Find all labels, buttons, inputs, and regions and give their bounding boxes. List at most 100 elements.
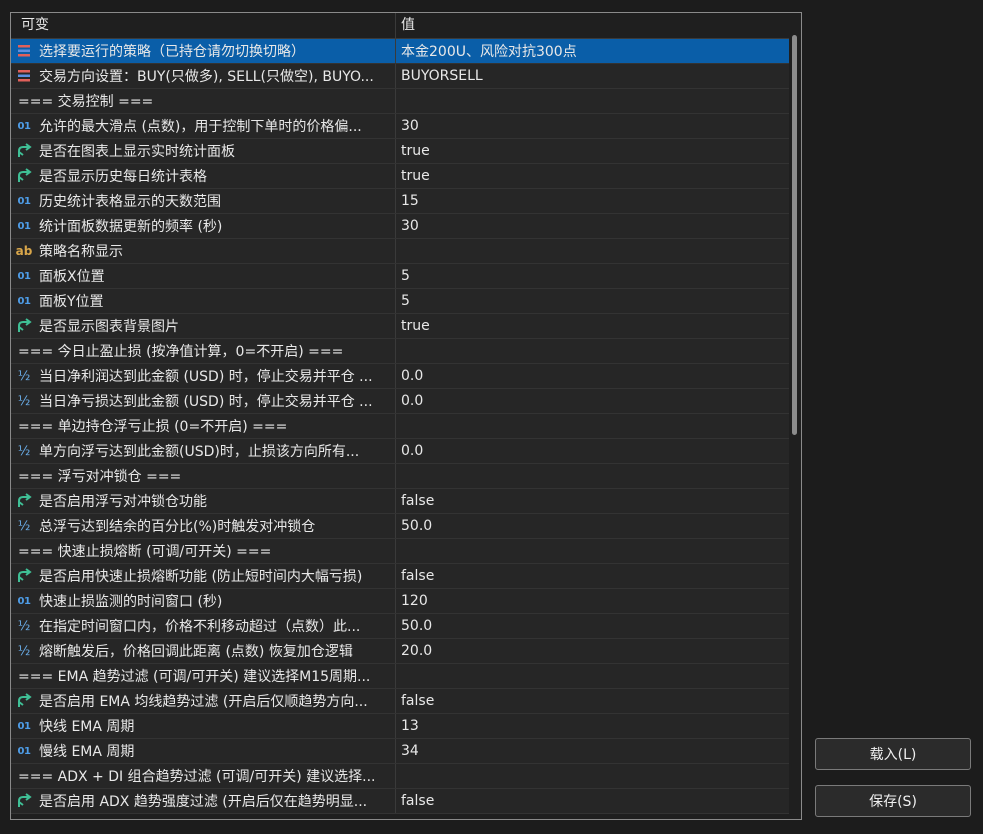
- parameter-name-cell[interactable]: === 今日止盈止损 (按净值计算，0=不开启) ===: [11, 339, 396, 363]
- parameter-row[interactable]: 01 快线 EMA 周期 13: [11, 714, 789, 739]
- parameter-value-cell[interactable]: [396, 664, 789, 688]
- parameter-row[interactable]: 交易方向设置：BUY(只做多), SELL(只做空), BUYO... BUYOR…: [11, 64, 789, 89]
- parameter-value-cell[interactable]: [396, 414, 789, 438]
- parameter-name-cell[interactable]: ½ 单方向浮亏达到此金额(USD)时，止损该方向所有...: [11, 439, 396, 463]
- parameter-value-cell[interactable]: 0.0: [396, 439, 789, 463]
- parameter-name-cell[interactable]: 是否启用快速止损熔断功能 (防止短时间内大幅亏损): [11, 564, 396, 588]
- parameter-name-cell[interactable]: === 浮亏对冲锁仓 ===: [11, 464, 396, 488]
- parameter-row[interactable]: 是否启用浮亏对冲锁仓功能 false: [11, 489, 789, 514]
- parameter-value-cell[interactable]: 0.0: [396, 364, 789, 388]
- parameter-row[interactable]: ½ 总浮亏达到结余的百分比(%)时触发对冲锁仓 50.0: [11, 514, 789, 539]
- parameter-value-cell[interactable]: 50.0: [396, 614, 789, 638]
- parameter-row[interactable]: ½ 当日净亏损达到此金额 (USD) 时，停止交易并平仓 ... 0.0: [11, 389, 789, 414]
- parameter-name-cell[interactable]: 01 面板Y位置: [11, 289, 396, 313]
- parameter-value-cell[interactable]: true: [396, 314, 789, 338]
- parameter-value-cell[interactable]: 5: [396, 289, 789, 313]
- parameter-name-cell[interactable]: 01 快线 EMA 周期: [11, 714, 396, 738]
- parameter-row[interactable]: 是否在图表上显示实时统计面板 true: [11, 139, 789, 164]
- parameter-value-cell[interactable]: [396, 464, 789, 488]
- parameter-value-cell[interactable]: false: [396, 789, 789, 813]
- parameter-name-cell[interactable]: 是否在图表上显示实时统计面板: [11, 139, 396, 163]
- parameter-name-cell[interactable]: ½ 当日净亏损达到此金额 (USD) 时，停止交易并平仓 ...: [11, 389, 396, 413]
- parameter-row[interactable]: 01 慢线 EMA 周期 34: [11, 739, 789, 764]
- parameter-row[interactable]: ½ 单方向浮亏达到此金额(USD)时，止损该方向所有... 0.0: [11, 439, 789, 464]
- parameter-row[interactable]: === 交易控制 ===: [11, 89, 789, 114]
- parameter-value-cell[interactable]: 5: [396, 264, 789, 288]
- parameter-name-cell[interactable]: ½ 总浮亏达到结余的百分比(%)时触发对冲锁仓: [11, 514, 396, 538]
- parameter-name-cell[interactable]: 选择要运行的策略（已持仓请勿切换切略）: [11, 39, 396, 63]
- parameter-row[interactable]: === 单边持仓浮亏止损 (0=不开启) ===: [11, 414, 789, 439]
- parameter-value-cell[interactable]: true: [396, 139, 789, 163]
- parameter-value-cell[interactable]: false: [396, 564, 789, 588]
- parameter-value-cell[interactable]: [396, 539, 789, 563]
- parameter-name-cell[interactable]: 01 允许的最大滑点 (点数)，用于控制下单时的价格偏...: [11, 114, 396, 138]
- load-button[interactable]: 载入(L): [815, 738, 971, 770]
- parameter-row[interactable]: 是否显示历史每日统计表格 true: [11, 164, 789, 189]
- parameter-row[interactable]: ½ 熔断触发后，价格回调此距离 (点数) 恢复加仓逻辑 20.0: [11, 639, 789, 664]
- parameter-name-cell[interactable]: 是否显示历史每日统计表格: [11, 164, 396, 188]
- parameter-name-cell[interactable]: 是否启用 ADX 趋势强度过滤 (开启后仅在趋势明显...: [11, 789, 396, 813]
- parameter-row[interactable]: === ADX + DI 组合趋势过滤 (可调/可开关) 建议选择...: [11, 764, 789, 789]
- parameter-value-cell[interactable]: 20.0: [396, 639, 789, 663]
- parameter-row[interactable]: 01 快速止损监测的时间窗口 (秒) 120: [11, 589, 789, 614]
- column-header-variable[interactable]: 可变: [11, 13, 396, 38]
- parameter-value-cell[interactable]: 30: [396, 114, 789, 138]
- parameter-row[interactable]: 01 统计面板数据更新的频率 (秒) 30: [11, 214, 789, 239]
- parameter-row[interactable]: 是否启用快速止损熔断功能 (防止短时间内大幅亏损) false: [11, 564, 789, 589]
- parameter-value-cell[interactable]: 15: [396, 189, 789, 213]
- parameter-name-cell[interactable]: 是否启用浮亏对冲锁仓功能: [11, 489, 396, 513]
- parameter-row[interactable]: === EMA 趋势过滤 (可调/可开关) 建议选择M15周期...: [11, 664, 789, 689]
- parameter-name-cell[interactable]: 01 面板X位置: [11, 264, 396, 288]
- parameter-value-cell[interactable]: 本金200U、风险对抗300点: [396, 39, 789, 63]
- parameter-row[interactable]: 是否启用 ADX 趋势强度过滤 (开启后仅在趋势明显... false: [11, 789, 789, 814]
- parameter-row[interactable]: 选择要运行的策略（已持仓请勿切换切略） 本金200U、风险对抗300点: [11, 39, 789, 64]
- parameter-value-cell[interactable]: [396, 89, 789, 113]
- parameter-row[interactable]: 01 历史统计表格显示的天数范围 15: [11, 189, 789, 214]
- parameter-value-cell[interactable]: 34: [396, 739, 789, 763]
- parameter-value-cell[interactable]: BUYORSELL: [396, 64, 789, 88]
- parameter-row[interactable]: === 浮亏对冲锁仓 ===: [11, 464, 789, 489]
- parameter-name-cell[interactable]: ½ 当日净利润达到此金额 (USD) 时，停止交易并平仓 ...: [11, 364, 396, 388]
- parameter-row[interactable]: 01 面板Y位置 5: [11, 289, 789, 314]
- parameter-name-cell[interactable]: 是否启用 EMA 均线趋势过滤 (开启后仅顺趋势方向...: [11, 689, 396, 713]
- parameter-row[interactable]: 01 允许的最大滑点 (点数)，用于控制下单时的价格偏... 30: [11, 114, 789, 139]
- vertical-scrollbar[interactable]: [789, 13, 801, 819]
- parameter-name-cell[interactable]: 01 慢线 EMA 周期: [11, 739, 396, 763]
- parameter-row[interactable]: ½ 在指定时间窗口内，价格不利移动超过（点数）此... 50.0: [11, 614, 789, 639]
- column-header-value[interactable]: 值: [396, 13, 789, 38]
- parameter-value-cell[interactable]: 0.0: [396, 389, 789, 413]
- save-button[interactable]: 保存(S): [815, 785, 971, 817]
- parameter-name-cell[interactable]: 交易方向设置：BUY(只做多), SELL(只做空), BUYO...: [11, 64, 396, 88]
- scrollbar-thumb[interactable]: [792, 35, 797, 435]
- parameter-name-cell[interactable]: ab 策略名称显示: [11, 239, 396, 263]
- parameter-name-cell[interactable]: ½ 熔断触发后，价格回调此距离 (点数) 恢复加仓逻辑: [11, 639, 396, 663]
- parameter-value-cell[interactable]: [396, 339, 789, 363]
- parameter-row[interactable]: ½ 当日净利润达到此金额 (USD) 时，停止交易并平仓 ... 0.0: [11, 364, 789, 389]
- parameter-row[interactable]: 01 面板X位置 5: [11, 264, 789, 289]
- parameter-label: === 浮亏对冲锁仓 ===: [18, 469, 182, 485]
- parameter-name-cell[interactable]: === 单边持仓浮亏止损 (0=不开启) ===: [11, 414, 396, 438]
- parameter-name-cell[interactable]: === ADX + DI 组合趋势过滤 (可调/可开关) 建议选择...: [11, 764, 396, 788]
- parameter-name-cell[interactable]: === EMA 趋势过滤 (可调/可开关) 建议选择M15周期...: [11, 664, 396, 688]
- parameter-value-cell[interactable]: 120: [396, 589, 789, 613]
- parameter-value-cell[interactable]: 13: [396, 714, 789, 738]
- parameter-row[interactable]: === 快速止损熔断 (可调/可开关) ===: [11, 539, 789, 564]
- parameter-row[interactable]: 是否显示图表背景图片 true: [11, 314, 789, 339]
- parameter-value-cell[interactable]: [396, 239, 789, 263]
- parameter-name-cell[interactable]: === 快速止损熔断 (可调/可开关) ===: [11, 539, 396, 563]
- parameter-name-cell[interactable]: 01 历史统计表格显示的天数范围: [11, 189, 396, 213]
- parameter-row[interactable]: 是否启用 EMA 均线趋势过滤 (开启后仅顺趋势方向... false: [11, 689, 789, 714]
- parameter-name-cell[interactable]: 01 统计面板数据更新的频率 (秒): [11, 214, 396, 238]
- parameter-name-cell[interactable]: === 交易控制 ===: [11, 89, 396, 113]
- parameter-value-cell[interactable]: 50.0: [396, 514, 789, 538]
- parameter-name-cell[interactable]: 01 快速止损监测的时间窗口 (秒): [11, 589, 396, 613]
- parameter-name-cell[interactable]: 是否显示图表背景图片: [11, 314, 396, 338]
- parameter-value-cell[interactable]: [396, 764, 789, 788]
- parameter-value-cell[interactable]: false: [396, 689, 789, 713]
- parameter-value-cell[interactable]: 30: [396, 214, 789, 238]
- parameter-value-cell[interactable]: false: [396, 489, 789, 513]
- parameter-row[interactable]: ab 策略名称显示: [11, 239, 789, 264]
- parameter-value-cell[interactable]: true: [396, 164, 789, 188]
- parameter-row[interactable]: === 今日止盈止损 (按净值计算，0=不开启) ===: [11, 339, 789, 364]
- parameter-name-cell[interactable]: ½ 在指定时间窗口内，价格不利移动超过（点数）此...: [11, 614, 396, 638]
